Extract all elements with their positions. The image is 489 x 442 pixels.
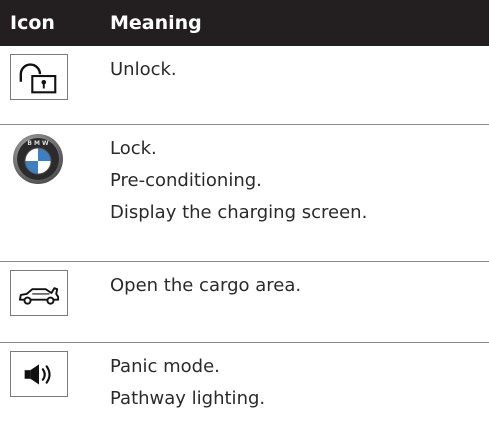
icon-cell xyxy=(0,343,110,442)
meaning-cell: Unlock. xyxy=(110,46,489,124)
svg-text:B M W: B M W xyxy=(27,140,49,147)
meaning-line: Display the charging screen. xyxy=(110,202,368,223)
icon-cell: B M W xyxy=(0,125,110,261)
car-trunk-icon xyxy=(10,270,68,316)
meaning-line: Pre-conditioning. xyxy=(110,170,262,191)
unlock-icon xyxy=(10,54,68,100)
meaning-line: Pathway lighting. xyxy=(110,388,266,409)
table-row: Open the cargo area. xyxy=(0,262,489,343)
meaning-line: Panic mode. xyxy=(110,356,220,377)
icon-cell xyxy=(0,46,110,124)
meaning-cell: Open the cargo area. xyxy=(110,262,489,342)
speaker-icon xyxy=(10,351,68,397)
meaning-line: Unlock. xyxy=(110,59,177,80)
table-header: Icon Meaning xyxy=(0,0,489,46)
meaning-cell: Panic mode. Pathway lighting. xyxy=(110,343,489,442)
header-icon-label: Icon xyxy=(10,12,55,34)
meaning-line: Lock. xyxy=(110,138,157,159)
meaning-line: Open the cargo area. xyxy=(110,275,302,296)
meaning-cell: Lock. Pre-conditioning. Display the char… xyxy=(110,125,489,261)
icon-meaning-table: Icon Meaning Unlock. B M W Lock. Pre-con… xyxy=(0,0,489,442)
header-meaning-label: Meaning xyxy=(110,12,202,34)
icon-cell xyxy=(0,262,110,342)
table-row: Panic mode. Pathway lighting. xyxy=(0,343,489,442)
table-row: Unlock. xyxy=(0,46,489,125)
table-row: B M W Lock. Pre-conditioning. Display th… xyxy=(0,125,489,262)
bmw-logo-icon: B M W xyxy=(12,133,64,185)
